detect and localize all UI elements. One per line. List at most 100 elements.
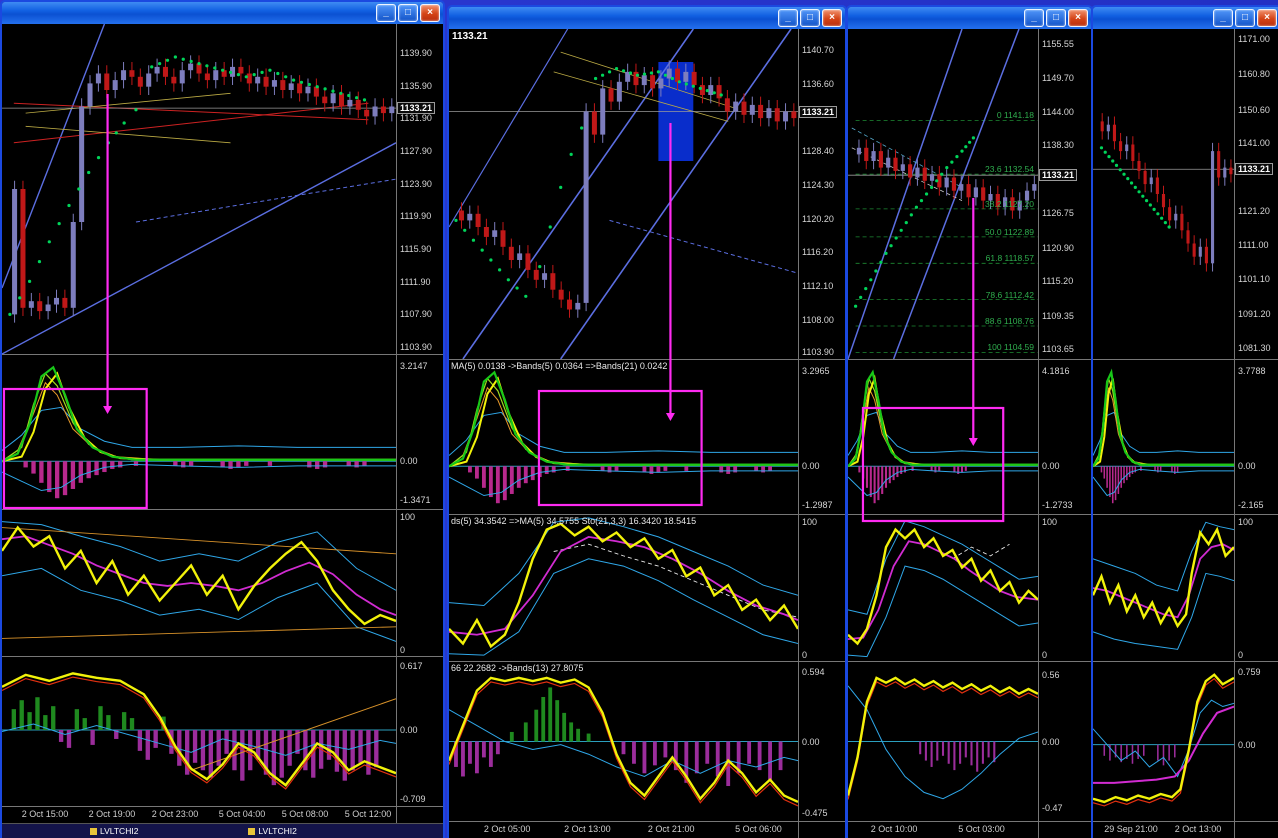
axis-value: 0.617	[400, 660, 423, 671]
price-axis[interactable]: 3.7788 0.00 -2.165	[1234, 360, 1278, 514]
window-body: 0 1141.18 23.6 1132.54 38.2 1127.20 50.0 11…	[848, 29, 1091, 838]
chart-tab[interactable]: LVLTCHI2	[248, 826, 297, 836]
minimize-button[interactable]: _	[778, 9, 798, 27]
axis-value: 1127.90	[400, 146, 432, 157]
time-axis[interactable]: 2 Oct 15:00 2 Oct 19:00 2 Oct 23:00 5 Oct 0…	[2, 807, 443, 823]
chart-plot[interactable]	[1093, 29, 1234, 359]
chart-plot[interactable]	[2, 355, 396, 509]
chart-plot[interactable]: MA(5) 0.0138 ->Bands(5) 0.0364 =>Bands(2…	[449, 360, 798, 514]
minimize-button[interactable]: _	[1213, 9, 1233, 27]
chart-plot[interactable]	[2, 510, 396, 656]
time-label: 2 Oct 05:00	[483, 824, 531, 834]
stoch-pane: ds(5) 34.3542 =>MA(5) 34.5755 Sto(21,3,3…	[449, 515, 845, 662]
minimize-button[interactable]: _	[376, 4, 396, 22]
close-button[interactable]: ×	[1068, 9, 1088, 27]
time-label: 2 Oct 23:00	[151, 809, 199, 819]
axis-value: 0.00	[1238, 461, 1256, 472]
chart-plot[interactable]	[1093, 515, 1234, 661]
window-titlebar[interactable]: _ □ ×	[848, 7, 1091, 29]
axis-value: 1139.90	[400, 48, 432, 59]
maximize-button[interactable]: □	[398, 4, 418, 22]
price-axis[interactable]: 1140.70 1136.60 1128.40 1124.30 1120.20 1116.…	[798, 29, 845, 359]
price-axis[interactable]: 3.2147 0.00 -1.3471	[396, 355, 443, 509]
maximize-button[interactable]: □	[1046, 9, 1066, 27]
axis-value: 0	[1238, 650, 1244, 661]
axis-value: 1144.00	[1042, 106, 1074, 117]
chart-plot[interactable]: 66 22.2682 ->Bands(13) 27.8075	[449, 662, 798, 821]
time-label: 5 Oct 12:00	[344, 809, 392, 819]
axis-value: -0.475	[802, 808, 828, 819]
chart-plot[interactable]: ds(5) 34.3542 =>MA(5) 34.5755 Sto(21,3,3…	[449, 515, 798, 661]
axis-value: 1149.70	[1042, 72, 1074, 83]
stoch-pane: 100 0	[848, 515, 1091, 662]
window-controls: _ □ ×	[376, 4, 440, 22]
axis-value: 1103.90	[802, 347, 834, 358]
axis-value: 1138.30	[1042, 140, 1074, 151]
osc-pane: 4.1816 0.00 -1.2733	[848, 360, 1091, 515]
axis-value: 1141.00	[1238, 137, 1270, 148]
price-axis[interactable]: 100 0	[1234, 515, 1278, 661]
chart-plot[interactable]	[848, 515, 1038, 661]
minimize-button[interactable]: _	[1024, 9, 1044, 27]
price-axis[interactable]: 0.617 0.00 -0.709	[396, 657, 443, 806]
maximize-button[interactable]: □	[800, 9, 820, 27]
axis-value: 1111.90	[400, 276, 431, 287]
chart-tab[interactable]: LVLTCHI2	[90, 826, 138, 836]
axis-value: 1171.00	[1238, 34, 1270, 45]
price-axis[interactable]: 3.2965 0.00 -1.2987	[798, 360, 845, 514]
axis-value: 1131.90	[400, 113, 432, 124]
close-button[interactable]: ×	[822, 9, 842, 27]
chart-plot[interactable]	[848, 662, 1038, 821]
fib-level-label: 78.6 1112.42	[985, 289, 1034, 300]
time-axis[interactable]: 2 Oct 10:00 5 Oct 03:00	[848, 822, 1091, 838]
chart-window: _ □ × 1133.21 1140.70 1136.60 1128.40 1124.30 11…	[447, 5, 847, 838]
maximize-button[interactable]: □	[1235, 9, 1255, 27]
axis-value: 0	[1042, 650, 1048, 661]
axis-value: 0.00	[802, 461, 820, 472]
price-axis[interactable]: 100 0	[1038, 515, 1091, 661]
chart-tab-icon	[248, 827, 256, 835]
axis-value: 1107.90	[400, 309, 432, 320]
time-label: 5 Oct 08:00	[281, 809, 329, 819]
window-titlebar[interactable]: _ □ ×	[2, 2, 443, 24]
price-axis[interactable]: 0.759 0.00	[1234, 662, 1278, 821]
chart-plot[interactable]	[848, 360, 1038, 514]
chart-plot[interactable]	[1093, 360, 1234, 514]
chart-plot[interactable]	[2, 24, 396, 354]
axis-value: 1120.20	[802, 213, 834, 224]
chart-plot[interactable]: 0 1141.18 23.6 1132.54 38.2 1127.20 50.0 11…	[848, 29, 1038, 359]
price-readout: 1133.21	[452, 31, 488, 42]
chart-plot[interactable]	[2, 657, 396, 806]
price-axis[interactable]: 1171.00 1160.80 1150.60 1141.00 1121.20 1111.…	[1234, 29, 1278, 359]
price-axis[interactable]: 100 0	[798, 515, 845, 661]
window-titlebar[interactable]: _ □ ×	[449, 7, 845, 29]
axis-value: 0.00	[400, 456, 418, 467]
axis-value: 1135.90	[400, 80, 432, 91]
chart-plot[interactable]: 1133.21	[449, 29, 798, 359]
time-label: 5 Oct 04:00	[218, 809, 266, 819]
price-axis[interactable]: 0.56 0.00 -0.47	[1038, 662, 1091, 821]
axis-value: -1.3471	[400, 494, 431, 505]
chart-tab-icon	[90, 827, 97, 835]
macd-pane: 66 22.2682 ->Bands(13) 27.8075 0.594 0.00 -…	[449, 662, 845, 822]
time-label: 2 Oct 21:00	[647, 824, 695, 834]
close-button[interactable]: ×	[420, 4, 440, 22]
chart-plot[interactable]	[1093, 662, 1234, 821]
axis-value: 0.00	[1238, 739, 1256, 750]
axis-value: 100	[400, 512, 416, 523]
price-axis[interactable]: 4.1816 0.00 -1.2733	[1038, 360, 1091, 514]
close-button[interactable]: ×	[1257, 9, 1277, 27]
price-axis[interactable]: 1139.90 1135.90 1131.90 1127.90 1123.90 1119.…	[396, 24, 443, 354]
price-axis[interactable]: 1155.55 1149.70 1144.00 1138.30 1126.75 1120.…	[1038, 29, 1091, 359]
window-titlebar[interactable]: _ □ ×	[1093, 7, 1278, 29]
time-axis[interactable]: 2 Oct 05:00 2 Oct 13:00 2 Oct 21:00 5 Oct 0…	[449, 822, 845, 838]
axis-value: 1126.75	[1042, 208, 1074, 219]
fib-level-label: 0 1141.18	[996, 110, 1034, 121]
chart-window: _ □ × 0 1141.18 23.6 1132.54 38.2 1127.20 50.0…	[846, 5, 1093, 838]
time-axis[interactable]: 29 Sep 21:00 2 Oct 13:00	[1093, 822, 1278, 838]
price-axis[interactable]: 100 0	[396, 510, 443, 656]
axis-value: 100	[1042, 517, 1058, 528]
chart-stack: 1133.21 1140.70 1136.60 1128.40 1124.30 1120.…	[449, 29, 845, 822]
price-axis[interactable]: 0.594 0.00 -0.475	[798, 662, 845, 821]
axis-value: 1120.90	[1042, 242, 1074, 253]
